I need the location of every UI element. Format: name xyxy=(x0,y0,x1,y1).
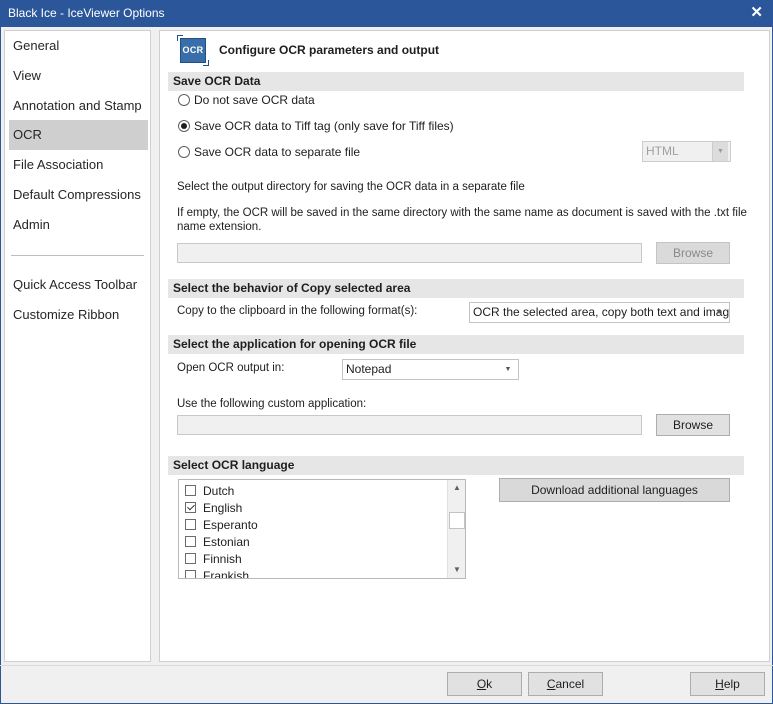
radio-label: Save OCR data to separate file xyxy=(194,145,361,159)
language-item-dutch[interactable]: Dutch xyxy=(185,482,234,499)
title-bar: Black Ice - IceViewer Options ✕ xyxy=(0,0,773,27)
section-save-ocr-data: Save OCR Data xyxy=(168,72,744,91)
radio-button[interactable] xyxy=(178,94,190,106)
language-item-finnish[interactable]: Finnish xyxy=(185,550,242,567)
radio-label: Do not save OCR data xyxy=(194,93,315,107)
ocr-icon: OCR xyxy=(177,35,209,66)
custom-application-label: Use the following custom application: xyxy=(177,398,367,410)
language-label: Estonian xyxy=(203,534,250,549)
nav-item-file-association[interactable]: File Association xyxy=(9,150,148,180)
nav-item-quick-access-toolbar[interactable]: Quick Access Toolbar xyxy=(9,270,148,300)
radio-label: Save OCR data to Tiff tag (only save for… xyxy=(194,119,454,133)
nav-item-admin[interactable]: Admin xyxy=(9,210,148,240)
ocr-language-list[interactable]: Dutch English Esperanto Estonian Finnish… xyxy=(178,479,466,579)
section-ocr-language: Select OCR language xyxy=(168,456,744,475)
open-ocr-output-select[interactable]: Notepad ▼ xyxy=(342,359,519,380)
options-nav: General View Annotation and Stamp OCR Fi… xyxy=(4,30,151,662)
scroll-down-icon[interactable]: ▼ xyxy=(449,562,465,578)
footer-divider xyxy=(0,665,773,666)
custom-application-field[interactable] xyxy=(177,415,642,435)
download-languages-button[interactable]: Download additional languages xyxy=(499,478,730,502)
output-directory-label: Select the output directory for saving t… xyxy=(177,181,525,193)
nav-item-general[interactable]: General xyxy=(9,31,148,61)
copy-format-label: Copy to the clipboard in the following f… xyxy=(177,305,418,317)
browse-custom-application-button[interactable]: Browse xyxy=(656,414,730,436)
nav-item-annotation-and-stamp[interactable]: Annotation and Stamp xyxy=(9,91,148,121)
select-value: HTML xyxy=(646,144,679,158)
radio-button[interactable] xyxy=(178,146,190,158)
language-label: Frankish xyxy=(203,568,250,579)
checkbox[interactable] xyxy=(185,570,196,578)
radio-save-to-tiff-tag[interactable]: Save OCR data to Tiff tag (only save for… xyxy=(178,118,454,134)
nav-item-ocr[interactable]: OCR xyxy=(9,120,148,150)
scroll-thumb[interactable] xyxy=(449,512,465,529)
checkbox[interactable] xyxy=(185,519,196,530)
chevron-down-icon: ▼ xyxy=(715,309,723,316)
language-label: English xyxy=(203,500,243,515)
language-label: Dutch xyxy=(203,483,235,498)
window-title: Black Ice - IceViewer Options xyxy=(8,6,165,20)
ok-mnemonic: O xyxy=(476,677,487,691)
cancel-button[interactable]: Cancel xyxy=(528,672,603,696)
output-directory-note: If empty, the OCR will be saved in the s… xyxy=(177,207,747,233)
language-item-frankish[interactable]: Frankish xyxy=(185,567,250,579)
radio-save-separate-file[interactable]: Save OCR data to separate file xyxy=(178,144,360,160)
checkbox[interactable] xyxy=(185,536,196,547)
ok-button[interactable]: Ok xyxy=(447,672,522,696)
radio-do-not-save[interactable]: Do not save OCR data xyxy=(178,92,315,108)
checkbox-checked[interactable] xyxy=(185,502,196,513)
separate-file-format-select[interactable]: HTML ▼ xyxy=(642,141,731,162)
page-title: Configure OCR parameters and output xyxy=(219,43,440,57)
language-item-esperanto[interactable]: Esperanto xyxy=(185,516,258,533)
language-label: Esperanto xyxy=(203,517,258,532)
checkbox[interactable] xyxy=(185,485,196,496)
open-ocr-output-label: Open OCR output in: xyxy=(177,362,285,374)
copy-format-select[interactable]: OCR the selected area, copy both text an… xyxy=(469,302,730,323)
section-copy-selected-area: Select the behavior of Copy selected are… xyxy=(168,279,744,298)
checkbox[interactable] xyxy=(185,553,196,564)
help-mnemonic: H xyxy=(715,677,724,691)
chevron-down-icon: ▼ xyxy=(712,142,728,161)
nav-item-view[interactable]: View xyxy=(9,61,148,91)
browse-output-directory-button[interactable]: Browse xyxy=(656,242,730,264)
language-list-scrollbar[interactable]: ▲ ▼ xyxy=(447,480,465,578)
language-item-estonian[interactable]: Estonian xyxy=(185,533,250,550)
close-icon[interactable]: ✕ xyxy=(750,3,763,21)
nav-item-customize-ribbon[interactable]: Customize Ribbon xyxy=(9,300,148,330)
help-button[interactable]: Help xyxy=(690,672,765,696)
select-value: Notepad xyxy=(346,362,392,376)
ocr-settings-panel: OCR Configure OCR parameters and output … xyxy=(159,30,770,662)
nav-divider xyxy=(11,255,144,256)
ok-label-rest: k xyxy=(486,677,493,691)
radio-button-checked[interactable] xyxy=(178,120,190,132)
cancel-label-rest: ancel xyxy=(555,677,585,691)
output-directory-field[interactable] xyxy=(177,243,642,263)
help-label-rest: elp xyxy=(723,677,740,691)
nav-item-default-compressions[interactable]: Default Compressions xyxy=(9,180,148,210)
chevron-down-icon: ▼ xyxy=(504,366,512,373)
select-value: OCR the selected area, copy both text an… xyxy=(473,305,730,319)
section-open-ocr-file: Select the application for opening OCR f… xyxy=(168,335,744,354)
scroll-up-icon[interactable]: ▲ xyxy=(449,480,465,496)
language-label: Finnish xyxy=(203,551,242,566)
language-item-english[interactable]: English xyxy=(185,499,242,516)
